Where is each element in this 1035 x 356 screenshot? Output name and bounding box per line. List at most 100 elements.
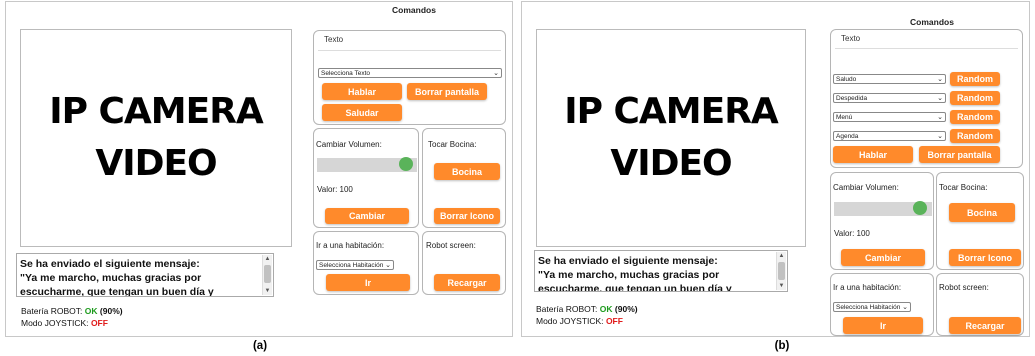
panel-b: IP CAMERA VIDEO Se ha enviado el siguien… (521, 1, 1030, 337)
habitacion-panel: Ir a una habitación: Selecciona Habitaci… (313, 231, 419, 295)
bocina-panel: Tocar Bocina: Bocina Borrar Icono (422, 128, 506, 228)
select-menu-value: Menú (836, 113, 853, 121)
select-saludo[interactable]: Saludo ⌄ (833, 74, 946, 84)
select-saludo-value: Saludo (836, 75, 857, 83)
chevron-down-icon: ⌄ (937, 113, 943, 121)
chevron-down-icon: ⌄ (937, 132, 943, 140)
volumen-title: Cambiar Volumen: (316, 140, 382, 149)
bocina-title: Tocar Bocina: (428, 140, 477, 149)
robot-screen-panel: Robot screen: Recargar (936, 273, 1024, 336)
scroll-thumb[interactable] (778, 262, 785, 280)
select-despedida-value: Despedida (836, 94, 868, 102)
bocina-title: Tocar Bocina: (939, 183, 988, 192)
select-menu[interactable]: Menú ⌄ (833, 112, 946, 122)
volumen-value: Valor: 100 (834, 229, 870, 238)
panel-a: IP CAMERA VIDEO Se ha enviado el siguien… (5, 1, 513, 337)
random-button-menu[interactable]: Random (950, 110, 1000, 124)
commands-title: Comandos (910, 17, 954, 27)
bocina-panel: Tocar Bocina: Bocina Borrar Icono (936, 172, 1024, 270)
joystick-status: Modo JOYSTICK: OFF (21, 317, 108, 329)
battery-pct: (90%) (614, 304, 638, 314)
camera-feed: IP CAMERA VIDEO (536, 29, 806, 247)
joystick-off: OFF (605, 316, 623, 326)
habitacion-select[interactable]: Selecciona Habitación ⌄ (316, 260, 394, 270)
random-button-agenda[interactable]: Random (950, 129, 1000, 143)
caption-a: (a) (252, 340, 268, 352)
texto-divider (835, 48, 1018, 49)
chevron-down-icon: ⌄ (902, 303, 908, 311)
message-text: Se ha enviado el siguiente mensaje: "Ya … (20, 258, 214, 297)
select-despedida[interactable]: Despedida ⌄ (833, 93, 946, 103)
ir-button[interactable]: Ir (843, 317, 923, 334)
volumen-title: Cambiar Volumen: (833, 183, 899, 192)
random-button-saludo[interactable]: Random (950, 72, 1000, 86)
hablar-button[interactable]: Hablar (322, 83, 402, 100)
habitacion-select-value: Selecciona Habitación (836, 303, 901, 311)
texto-select-value: Selecciona Texto (321, 69, 371, 77)
battery-pct: (90%) (99, 306, 123, 316)
caption-b: (b) (774, 340, 790, 352)
volumen-panel: Cambiar Volumen: Valor: 100 Cambiar (830, 172, 934, 270)
texto-panel: Texto Selecciona Texto ⌄ Hablar Borrar p… (313, 30, 506, 125)
select-agenda-value: Agenda (836, 132, 859, 140)
texto-panel: Texto Saludo ⌄ Random Despedida ⌄ Random… (830, 29, 1023, 168)
camera-placeholder-text: IP CAMERA VIDEO (49, 91, 264, 184)
saludar-button[interactable]: Saludar (322, 104, 402, 121)
chevron-down-icon: ⌄ (493, 69, 499, 77)
hablar-button[interactable]: Hablar (833, 146, 913, 163)
chevron-down-icon: ⌄ (937, 94, 943, 102)
message-scrollbar[interactable]: ▲ ▼ (262, 255, 272, 295)
select-agenda[interactable]: Agenda ⌄ (833, 131, 946, 141)
battery-ok: OK (84, 306, 98, 316)
volumen-value: Valor: 100 (317, 185, 353, 194)
battery-label: Batería ROBOT: (536, 304, 598, 314)
joystick-label: Modo JOYSTICK: (536, 316, 604, 326)
battery-label: Batería ROBOT: (21, 306, 83, 316)
random-button-despedida[interactable]: Random (950, 91, 1000, 105)
scroll-down-icon[interactable]: ▼ (777, 282, 786, 290)
borrar-icono-button[interactable]: Borrar Icono (434, 208, 500, 224)
habitacion-select-value: Selecciona Habitación (319, 261, 384, 269)
commands-title: Comandos (392, 5, 436, 15)
borrar-pantalla-button[interactable]: Borrar pantalla (919, 146, 1000, 163)
texto-select[interactable]: Selecciona Texto ⌄ (318, 68, 502, 78)
message-text: Se ha enviado el siguiente mensaje: "Ya … (538, 255, 732, 292)
camera-feed: IP CAMERA VIDEO (20, 29, 292, 247)
scroll-down-icon[interactable]: ▼ (263, 287, 272, 295)
message-log[interactable]: Se ha enviado el siguiente mensaje: "Ya … (534, 250, 788, 292)
robot-screen-panel: Robot screen: Recargar (422, 231, 506, 295)
joystick-off: OFF (90, 318, 108, 328)
message-scrollbar[interactable]: ▲ ▼ (776, 252, 786, 290)
volumen-panel: Cambiar Volumen: Valor: 100 Cambiar (313, 128, 419, 228)
volume-slider-knob[interactable] (913, 201, 927, 215)
texto-divider (318, 50, 501, 51)
scroll-thumb[interactable] (264, 265, 271, 283)
cambiar-button[interactable]: Cambiar (325, 208, 409, 224)
recargar-button[interactable]: Recargar (434, 274, 500, 291)
robot-screen-title: Robot screen: (939, 283, 989, 292)
borrar-icono-button[interactable]: Borrar Icono (949, 249, 1021, 266)
battery-status: Batería ROBOT: OK (90%) (21, 305, 123, 317)
bocina-button[interactable]: Bocina (949, 203, 1015, 222)
ir-button[interactable]: Ir (326, 274, 410, 291)
habitacion-title: Ir a una habitación: (316, 241, 385, 250)
chevron-down-icon: ⌄ (937, 75, 943, 83)
borrar-pantalla-button[interactable]: Borrar pantalla (407, 83, 487, 100)
recargar-button[interactable]: Recargar (949, 317, 1021, 334)
bocina-button[interactable]: Bocina (434, 163, 500, 180)
texto-title: Texto (324, 35, 344, 44)
battery-ok: OK (599, 304, 613, 314)
cambiar-button[interactable]: Cambiar (841, 249, 925, 266)
battery-status: Batería ROBOT: OK (90%) (536, 303, 638, 315)
robot-screen-title: Robot screen: (426, 241, 476, 250)
texto-title: Texto (841, 34, 861, 43)
joystick-label: Modo JOYSTICK: (21, 318, 89, 328)
scroll-up-icon[interactable]: ▲ (263, 255, 272, 263)
scroll-up-icon[interactable]: ▲ (777, 252, 786, 260)
chevron-down-icon: ⌄ (385, 261, 391, 269)
habitacion-select[interactable]: Selecciona Habitación ⌄ (833, 302, 911, 312)
camera-placeholder-text: IP CAMERA VIDEO (564, 91, 779, 184)
volume-slider-knob[interactable] (399, 157, 413, 171)
habitacion-panel: Ir a una habitación: Selecciona Habitaci… (830, 273, 934, 336)
message-log[interactable]: Se ha enviado el siguiente mensaje: "Ya … (16, 253, 274, 297)
